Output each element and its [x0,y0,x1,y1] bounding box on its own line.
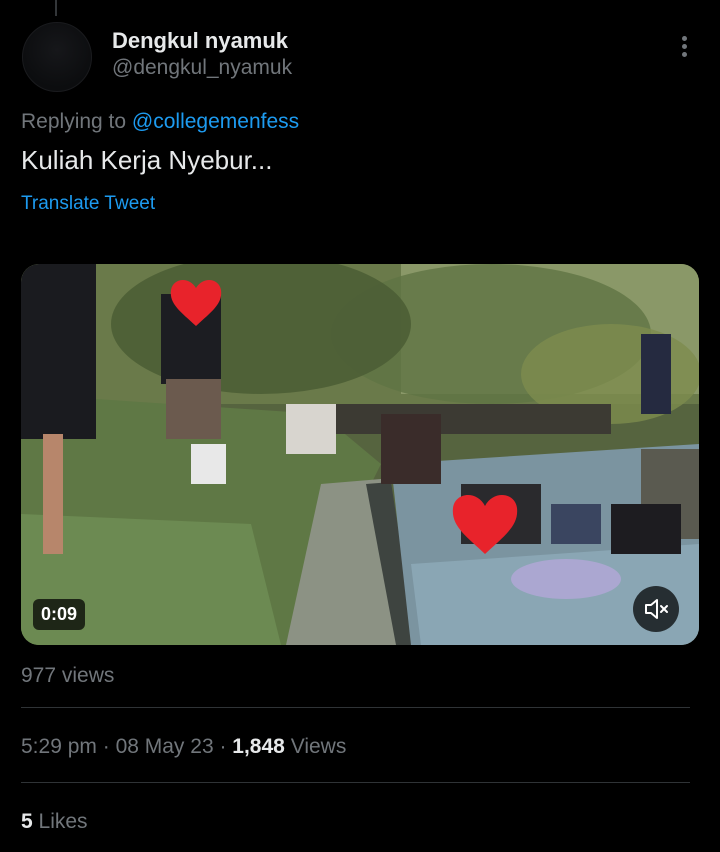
meta-separator: · [96,735,116,758]
views-word: Views [284,735,347,758]
thread-connector-line [55,0,57,16]
video-views-count: 977 views [21,664,115,687]
speaker-muted-icon[interactable] [633,586,679,632]
meta-separator: · [213,735,233,758]
tweet-time[interactable]: 5:29 pm [21,735,97,758]
replying-mention-link[interactable]: @collegemenfess [132,110,299,133]
likes-link[interactable]: 5 Likes [21,810,88,834]
video-frame-image [21,264,699,645]
likes-count: 5 [21,810,33,833]
tweet-text: Kuliah Kerja Nyebur... [21,145,273,175]
tweet-timestamp-line: 5:29 pm · 08 May 23 · 1,848 Views [21,735,346,759]
author-name[interactable]: Dengkul nyamuk [112,28,288,54]
avatar[interactable] [22,22,92,92]
author-handle[interactable]: @dengkul_nyamuk [112,56,292,80]
tweet-date[interactable]: 08 May 23 [116,735,214,758]
divider [21,782,690,783]
likes-word: Likes [32,810,88,833]
replying-prefix: Replying to [21,110,127,133]
more-options-icon[interactable] [672,36,696,64]
divider [21,707,690,708]
video-duration-badge: 0:09 [33,599,86,630]
video-player[interactable]: 0:09 [21,264,699,645]
replying-to-line: Replying to @collegemenfess [21,110,299,134]
views-count-number: 1,848 [232,735,285,758]
translate-tweet-link[interactable]: Translate Tweet [21,193,155,215]
